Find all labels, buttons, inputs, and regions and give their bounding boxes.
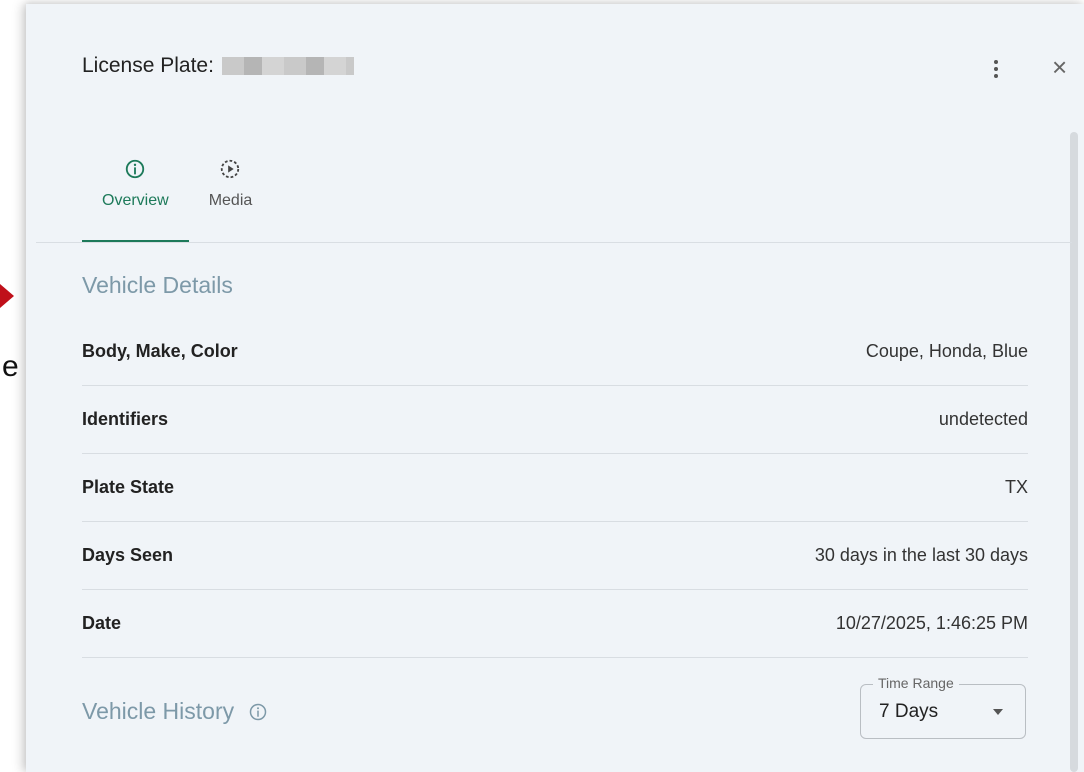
detail-row-plate-state: Plate State TX	[82, 454, 1028, 522]
background-text: e	[2, 350, 19, 383]
time-range-value: 7 Days	[879, 701, 939, 722]
tab-overview[interactable]: Overview	[82, 158, 189, 242]
detail-label: Plate State	[82, 477, 175, 497]
info-circle-icon	[126, 159, 145, 179]
tab-media-label: Media	[208, 192, 253, 209]
close-button[interactable]: ×	[1052, 52, 1067, 82]
tab-media[interactable]: Media	[189, 158, 273, 242]
tab-bar: Overview Media	[82, 158, 272, 242]
vehicle-details-list: Body, Make, Color Coupe, Honda, Blue Ide…	[82, 318, 1028, 658]
tabs-divider	[36, 242, 1072, 243]
vehicle-details-title: Vehicle Details	[82, 272, 233, 298]
tab-overview-label: Overview	[102, 192, 169, 209]
chevron-down-icon	[993, 709, 1003, 715]
detail-row-days-seen: Days Seen 30 days in the last 30 days	[82, 522, 1028, 590]
detail-label: Identifiers	[82, 409, 169, 429]
annotation-arrow-icon	[0, 284, 14, 308]
more-vertical-icon	[994, 60, 998, 64]
scrollbar[interactable]	[1070, 132, 1078, 772]
info-circle-icon[interactable]	[248, 702, 268, 722]
time-range-select[interactable]: Time Range 7 Days	[860, 675, 1026, 739]
play-circle-icon	[221, 159, 240, 179]
license-plate-drawer: License Plate: × Overview Media Vehicle …	[26, 4, 1084, 772]
detail-label: Days Seen	[82, 545, 174, 565]
detail-label: Body, Make, Color	[82, 341, 238, 361]
detail-row-date: Date 10/27/2025, 1:46:25 PM	[82, 590, 1028, 658]
detail-value: Coupe, Honda, Blue	[865, 341, 1028, 361]
close-icon: ×	[1052, 52, 1068, 82]
time-range-label: Time Range	[873, 675, 959, 691]
detail-label: Date	[82, 613, 122, 633]
page-title: License Plate:	[82, 54, 354, 78]
title-text: License Plate:	[82, 54, 214, 77]
redacted-plate-number	[221, 57, 354, 75]
detail-value: 30 days in the last 30 days	[814, 545, 1028, 565]
detail-value: undetected	[938, 409, 1028, 429]
detail-value: TX	[1004, 477, 1028, 497]
detail-row-identifiers: Identifiers undetected	[82, 386, 1028, 454]
vehicle-history-title: Vehicle History	[82, 698, 268, 725]
more-options-button[interactable]	[982, 54, 1010, 84]
detail-row-body-make-color: Body, Make, Color Coupe, Honda, Blue	[82, 318, 1028, 386]
detail-value: 10/27/2025, 1:46:25 PM	[835, 613, 1028, 633]
